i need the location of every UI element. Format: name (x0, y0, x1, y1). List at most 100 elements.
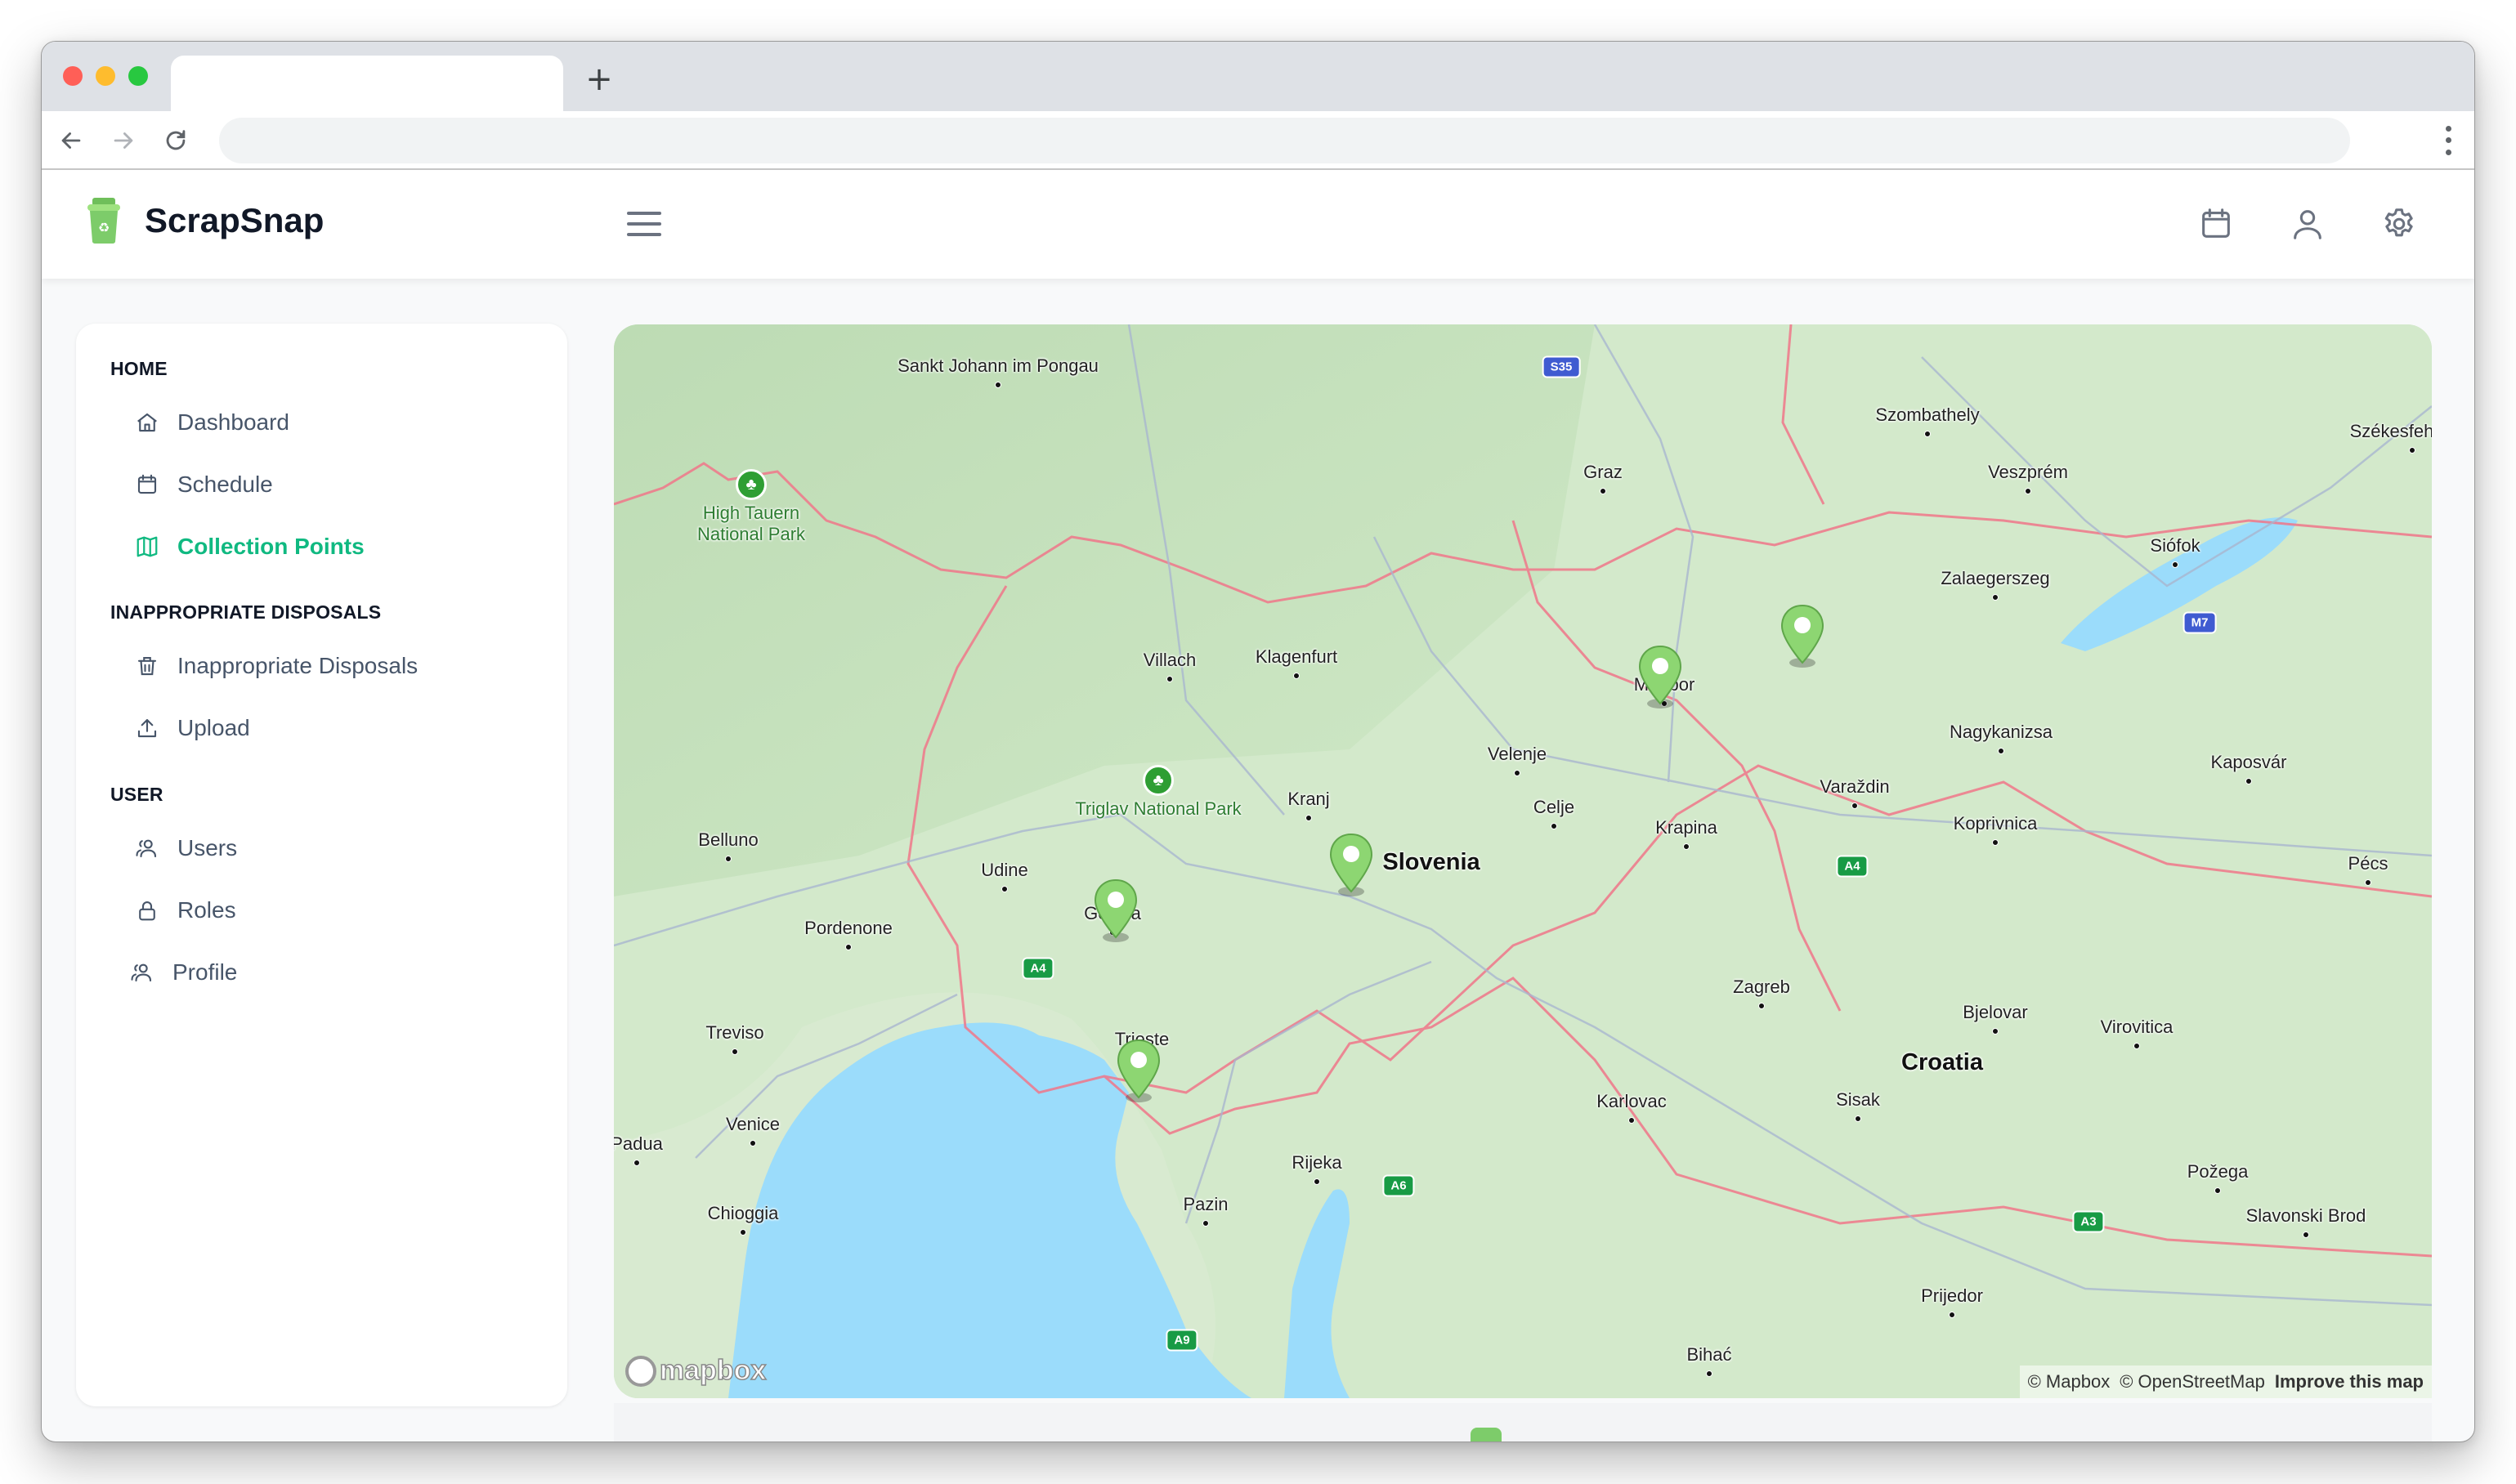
city-label: Graz (1583, 462, 1623, 482)
city-label: Villach (1143, 650, 1197, 670)
user-icon (2294, 210, 2321, 239)
sidebar-section-user: USER (110, 784, 163, 805)
city-label: Krapina (1655, 817, 1717, 838)
city-dot (2214, 1187, 2221, 1194)
calendar-icon (137, 474, 157, 494)
city-dot (1992, 1028, 1999, 1035)
forward-button[interactable] (104, 121, 143, 160)
city-label: Veszprém (1988, 462, 2068, 482)
sidebar-item-label: Dashboard (177, 409, 289, 435)
sidebar-item-profile[interactable]: Profile (130, 950, 237, 995)
lock-icon (139, 901, 155, 921)
sidebar-item-label: Schedule (177, 472, 273, 497)
sidebar-item-users[interactable]: Users (135, 825, 237, 871)
forward-arrow-icon (114, 132, 133, 149)
sidebar-item-schedule[interactable]: Schedule (135, 462, 273, 507)
road-shield: A4 (1022, 957, 1054, 980)
city-label: Belluno (698, 829, 759, 850)
road-shield: A6 (1382, 1174, 1415, 1197)
city-label: Székesfehérvár (2349, 421, 2432, 441)
city-dot (1949, 1312, 1955, 1318)
city-dot (1998, 748, 2004, 754)
city-label: Požega (2187, 1161, 2249, 1182)
sidebar-item-label: Users (177, 835, 238, 860)
app-brand[interactable]: ScrapSnap (145, 201, 324, 240)
city-label: Virovitica (2100, 1017, 2174, 1037)
collection-points-map[interactable]: Sankt Johann im Pongau Graz Szombathely Szé… (614, 324, 2432, 1398)
back-arrow-icon (61, 132, 81, 149)
sidebar-section-home: HOME (110, 358, 168, 379)
city-dot (1924, 431, 1931, 437)
city-dot (2409, 447, 2415, 454)
city-label: Chioggia (707, 1203, 779, 1223)
city-label: Udine (981, 860, 1028, 880)
browser-tab[interactable] (171, 56, 563, 111)
city-dot (732, 1048, 738, 1055)
sidebar-item-upload[interactable]: Upload (135, 705, 250, 751)
recycle-bin-icon: ♻ (87, 198, 120, 244)
city-dot (1514, 770, 1520, 776)
city-dot (2245, 778, 2252, 784)
browser-window: + ♻ ScrapSnap HOME Dashboard Schedule Co… (41, 41, 2475, 1442)
osm-attribution-link[interactable]: © OpenStreetMap (2120, 1371, 2265, 1392)
city-label: Pazin (1183, 1194, 1229, 1214)
collection-point-marker[interactable] (1093, 878, 1139, 942)
city-dot (1683, 843, 1690, 850)
collection-point-marker[interactable] (1780, 604, 1825, 668)
sidebar-item-inappropriate-disposals[interactable]: Inappropriate Disposals (135, 643, 418, 689)
collection-point-marker[interactable] (1637, 645, 1683, 708)
settings-button[interactable] (2376, 201, 2422, 247)
home-icon (137, 413, 157, 432)
city-label: Zagreb (1733, 977, 1790, 997)
collection-point-marker[interactable] (1328, 833, 1374, 896)
park-label: Triglav National Park (1075, 798, 1242, 819)
menu-toggle-button[interactable] (627, 204, 666, 244)
city-label: Varaždin (1820, 776, 1890, 797)
hamburger-icon (627, 212, 661, 215)
sidebar-item-label: Roles (177, 897, 236, 923)
city-label: Zalaegerszeg (1941, 568, 2050, 588)
user-button[interactable] (2285, 201, 2330, 247)
reload-icon (166, 130, 186, 150)
city-dot (2025, 488, 2031, 494)
city-label: Bihać (1686, 1344, 1732, 1365)
city-dot (1202, 1220, 1209, 1227)
sidebar-item-dashboard[interactable]: Dashboard (135, 400, 289, 445)
city-dot (2133, 1043, 2140, 1049)
city-label: Kaposvár (2210, 752, 2287, 772)
city-dot (2365, 879, 2371, 886)
city-dot (725, 856, 732, 862)
city-dot (1992, 594, 1999, 601)
calendar-icon (2202, 208, 2230, 238)
upload-icon (137, 718, 157, 738)
browser-menu-button[interactable] (2440, 123, 2456, 159)
users-icon (131, 963, 152, 982)
mapbox-logo[interactable]: mapbox (625, 1354, 767, 1387)
city-label: Venice (725, 1114, 781, 1134)
map-icon (137, 536, 158, 557)
minimize-window-button[interactable] (96, 66, 115, 86)
city-dot (1305, 815, 1312, 821)
improve-map-link[interactable]: Improve this map (2275, 1371, 2424, 1392)
menu-dot (2445, 150, 2451, 156)
city-dot (2303, 1231, 2309, 1238)
address-bar[interactable] (219, 118, 2350, 163)
calendar-button[interactable] (2193, 201, 2239, 247)
new-tab-button[interactable]: + (580, 60, 619, 99)
sidebar-item-collection-points[interactable]: Collection Points (135, 524, 365, 570)
back-button[interactable] (51, 121, 91, 160)
city-dot (633, 1160, 640, 1166)
city-label: Padua (614, 1133, 663, 1154)
close-window-button[interactable] (63, 66, 83, 86)
sidebar-item-roles[interactable]: Roles (135, 887, 236, 933)
reload-button[interactable] (156, 121, 195, 160)
hamburger-line (627, 233, 661, 236)
collection-point-marker[interactable] (1116, 1039, 1162, 1102)
city-label: Celje (1533, 797, 1575, 817)
mapbox-attribution-link[interactable]: © Mapbox (2028, 1371, 2111, 1392)
app-header: ♻ ScrapSnap (42, 170, 2474, 279)
sidebar-item-label: Inappropriate Disposals (177, 653, 419, 678)
city-dot (1551, 823, 1557, 829)
maximize-window-button[interactable] (128, 66, 148, 86)
city-label: Velenje (1487, 744, 1547, 764)
